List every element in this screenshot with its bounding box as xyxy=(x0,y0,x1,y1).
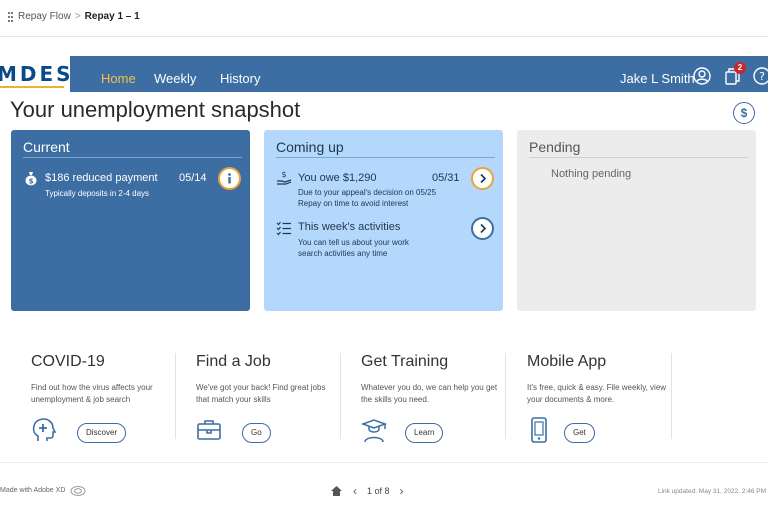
resource-desc: Whatever you do, we can help you get the… xyxy=(361,383,498,404)
column-divider xyxy=(505,353,506,439)
chevron-right-icon: > xyxy=(74,11,81,22)
resource-title: COVID-19 xyxy=(31,353,105,370)
card-coming-up: Coming up $ You owe $1,290 05/31 Due to … xyxy=(264,130,503,311)
checklist-icon xyxy=(276,221,291,236)
help-icon[interactable]: ? xyxy=(753,67,768,85)
breadcrumb: Repay Flow > Repay 1 – 1 xyxy=(0,11,140,22)
owe-note: Due to your appeal's decision on 05/25 xyxy=(298,188,437,197)
logo-underline xyxy=(0,86,64,88)
activities-title: This week's activities xyxy=(298,221,401,233)
column-divider xyxy=(340,353,341,439)
card-pending: Pending Nothing pending xyxy=(517,130,756,311)
creative-cloud-icon xyxy=(70,486,86,496)
user-icon[interactable] xyxy=(693,67,711,85)
resource-find-job: Find a Job We've got your back! Find gre… xyxy=(196,353,346,449)
card-current: Current $ $186 reduced payment 05/14 Typ… xyxy=(11,130,250,311)
grid-icon xyxy=(8,11,13,22)
phone-icon xyxy=(531,417,547,443)
home-icon[interactable] xyxy=(330,485,343,497)
made-with-xd: Made with Adobe XD xyxy=(0,487,66,494)
svg-text:?: ? xyxy=(759,70,765,83)
page-indicator: 1 of 8 xyxy=(367,486,390,496)
money-bag-icon: $ xyxy=(25,172,37,186)
info-icon xyxy=(228,173,231,184)
pager: ‹ 1 of 8 › xyxy=(330,484,404,498)
resource-desc: It's free, quick & easy. File weekly, vi… xyxy=(527,383,667,404)
resource-mobile-app: Mobile App It's free, quick & easy. File… xyxy=(527,353,677,449)
breadcrumb-flow[interactable]: Repay Flow xyxy=(18,11,71,22)
activities-note: You can tell us about your work xyxy=(298,238,409,247)
column-divider xyxy=(671,353,672,439)
resource-desc: Find out how the virus affects your unem… xyxy=(31,383,153,404)
go-button[interactable]: Go xyxy=(242,423,271,443)
resource-training: Get Training Whatever you do, we can hel… xyxy=(361,353,511,449)
chevron-right-icon xyxy=(480,173,487,184)
resource-title: Get Training xyxy=(361,353,449,370)
resource-title: Mobile App xyxy=(527,353,607,370)
notification-badge: 2 xyxy=(734,62,746,74)
graduate-icon xyxy=(361,419,387,443)
logo-text: MDES xyxy=(0,62,74,86)
head-plus-icon xyxy=(32,418,57,441)
chevron-right-icon[interactable]: › xyxy=(400,484,404,498)
chevron-left-icon[interactable]: ‹ xyxy=(353,484,357,498)
resource-desc: We've got your back! Find great jobs tha… xyxy=(196,383,326,404)
owe-note-2: Repay on time to avoid interest xyxy=(298,199,409,208)
deposit-note: Typically deposits in 2-4 days xyxy=(45,189,150,198)
mdes-logo[interactable]: MDES xyxy=(0,56,71,92)
viewer-footer: Made with Adobe XD ‹ 1 of 8 › Link updat… xyxy=(0,462,768,513)
payment-amount: $186 reduced payment xyxy=(45,172,158,184)
card-title: Coming up xyxy=(276,139,344,155)
link-updated: Link updated: May 31, 2022, 2:46 PM xyxy=(657,488,766,495)
svg-text:$: $ xyxy=(281,170,286,179)
learn-button[interactable]: Learn xyxy=(405,423,444,443)
resource-title: Find a Job xyxy=(196,353,271,370)
divider xyxy=(276,157,495,158)
card-title: Current xyxy=(23,139,70,155)
viewer-top-bar: Repay Flow > Repay 1 – 1 xyxy=(0,0,768,37)
column-divider xyxy=(175,353,176,439)
discover-button[interactable]: Discover xyxy=(77,423,127,443)
tab-history[interactable]: History xyxy=(220,71,260,86)
activities-button[interactable] xyxy=(471,217,494,240)
info-button[interactable] xyxy=(218,167,241,190)
get-app-button[interactable]: Get xyxy=(564,423,595,443)
owe-details-button[interactable] xyxy=(471,167,494,190)
svg-text:$: $ xyxy=(29,178,34,186)
owe-date: 05/31 xyxy=(432,172,460,184)
hand-money-icon: $ xyxy=(277,170,292,185)
dollar-button[interactable]: $ xyxy=(733,102,755,124)
pending-empty-text: Nothing pending xyxy=(551,168,632,180)
divider xyxy=(529,157,748,158)
tab-home[interactable]: Home xyxy=(101,71,136,86)
resource-covid: COVID-19 Find out how the virus affects … xyxy=(31,353,181,449)
page-title: Your unemployment snapshot xyxy=(10,97,301,122)
payment-date: 05/14 xyxy=(179,172,207,184)
user-name[interactable]: Jake L Smith xyxy=(620,71,695,86)
card-title: Pending xyxy=(529,139,581,155)
owe-amount: You owe $1,290 xyxy=(298,172,377,184)
tab-weekly[interactable]: Weekly xyxy=(154,71,196,86)
divider xyxy=(23,157,242,158)
breadcrumb-screen: Repay 1 – 1 xyxy=(84,11,140,22)
briefcase-icon xyxy=(197,420,221,440)
chevron-right-icon xyxy=(480,223,487,234)
activities-note-2: search activities any time xyxy=(298,249,388,258)
